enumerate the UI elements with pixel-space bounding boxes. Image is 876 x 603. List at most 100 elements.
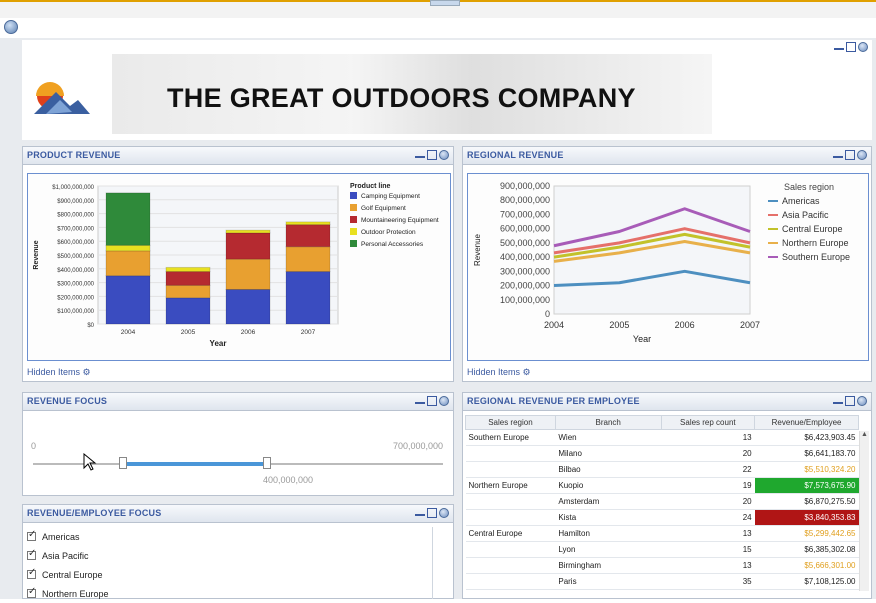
x-tick-label: 2006 (241, 329, 256, 336)
checkbox[interactable] (27, 529, 36, 541)
globe-menu-icon[interactable] (4, 20, 18, 34)
collapse-tab[interactable] (430, 0, 460, 6)
maximize-icon[interactable] (845, 396, 855, 406)
cell-rep-count: 13 (661, 429, 755, 446)
column-header[interactable]: Sales rep count (660, 415, 756, 430)
options-icon[interactable] (858, 42, 868, 52)
table-row[interactable]: Lyon 15 $6,385,302.08 (465, 541, 859, 558)
cell-branch: Amsterdam (555, 493, 662, 510)
regional-revenue-panel: REGIONAL REVENUE 0 100,000,000 200,000,000… (462, 146, 872, 382)
revenue-per-employee-panel: REGIONAL REVENUE PER EMPLOYEE Sales regi… (462, 392, 872, 599)
table-row[interactable]: Paris 35 $7,108,125.00 (465, 573, 859, 590)
cell-revenue-per-employee: $5,299,442.65 (754, 525, 859, 542)
legend-label: Asia Pacific (782, 210, 829, 220)
maximize-icon[interactable] (845, 150, 855, 160)
cell-branch: Kuopio (555, 477, 662, 494)
y-tick-label: $800,000,000 (57, 213, 94, 219)
legend-label: Americas (782, 196, 820, 206)
minimize-icon[interactable] (833, 150, 843, 158)
slider-handle-value: 400,000,000 (263, 475, 314, 485)
scroll-up-icon[interactable]: ▲ (860, 431, 869, 438)
options-icon[interactable] (857, 396, 867, 406)
checklist-item[interactable]: Northern Europe (27, 584, 432, 603)
company-title: THE GREAT OUTDOORS COMPANY (167, 83, 636, 113)
table-row[interactable]: Kista 24 $3,840,353.83 (465, 509, 859, 526)
cell-sales-region: Central Europe (465, 525, 556, 542)
bar-segment (105, 192, 151, 246)
cell-rep-count: 15 (661, 541, 755, 558)
minimize-icon[interactable] (834, 42, 844, 50)
cell-branch: Bilbao (555, 461, 662, 478)
regional-revenue-chart: 0 100,000,000 200,000,000 300,000,000 400,00… (473, 181, 850, 344)
y-tick-label: 500,000,000 (500, 238, 550, 248)
options-icon[interactable] (439, 150, 449, 160)
cell-sales-region (465, 541, 556, 558)
column-header[interactable]: Sales region (465, 415, 556, 430)
minimize-icon[interactable] (415, 150, 425, 158)
minimize-icon[interactable] (415, 396, 425, 404)
y-tick-label: $500,000,000 (57, 254, 94, 260)
checkbox[interactable] (27, 586, 36, 598)
checklist-item[interactable]: Central Europe (27, 565, 432, 584)
table-row[interactable]: Southern Europe Wien 13 $6,423,903.45 (465, 429, 859, 446)
panel-title: PRODUCT REVENUE (27, 150, 121, 160)
bar-segment (105, 275, 151, 325)
maximize-icon[interactable] (846, 42, 856, 52)
plot-area (553, 185, 751, 315)
table-row[interactable]: Bilbao 22 $5,510,324.20 (465, 461, 859, 478)
y-tick-label: $300,000,000 (57, 282, 94, 288)
hidden-items-link[interactable]: Hidden Items ⚙ (27, 367, 91, 378)
cell-sales-region: Southern Europe (465, 429, 556, 446)
cell-rep-count: 13 (661, 525, 755, 542)
slider-low-handle[interactable] (119, 457, 128, 469)
product-revenue-chart: $0 $100,000,000 $200,000,000 $300,000,000 $4… (33, 183, 439, 348)
cell-sales-region (465, 445, 556, 462)
table-row[interactable]: Amsterdam 20 $6,870,275.50 (465, 493, 859, 510)
product-revenue-panel: PRODUCT REVENUE $0 $100,000,000 $200,000,0… (22, 146, 454, 382)
panel-header: REVENUE FOCUS (23, 393, 453, 411)
maximize-icon[interactable] (427, 150, 437, 160)
cell-branch: Lyon (555, 541, 662, 558)
revenue-focus-panel: REVENUE FOCUS 0 700,000,000 400,000,000 (22, 392, 454, 496)
y-axis-label: Revenue (33, 240, 40, 269)
column-header[interactable]: Revenue/Employee (754, 415, 859, 430)
cell-revenue-per-employee: $7,573,675.90 (754, 477, 859, 494)
table-row[interactable]: Central Europe Hamilton 13 $5,299,442.65 (465, 525, 859, 542)
cell-rep-count: 24 (661, 509, 755, 526)
options-icon[interactable] (439, 508, 449, 518)
maximize-icon[interactable] (427, 508, 437, 518)
table-row[interactable]: Northern Europe Kuopio 19 $7,573,675.90 (465, 477, 859, 494)
y-tick-label: 900,000,000 (500, 181, 550, 191)
options-icon[interactable] (857, 150, 867, 160)
bar-segment (165, 284, 211, 299)
table-row[interactable]: Birmingham 13 $5,666,301.00 (465, 557, 859, 574)
checkbox[interactable] (27, 567, 36, 579)
bar-segment (285, 246, 331, 273)
maximize-icon[interactable] (427, 396, 437, 406)
product-chart-frame: $0 $100,000,000 $200,000,000 $300,000,000 $4… (27, 173, 451, 361)
y-tick-label: $400,000,000 (57, 268, 94, 274)
cell-rep-count: 22 (661, 461, 755, 478)
cell-rep-count: 35 (661, 573, 755, 590)
table-row[interactable]: Milano 20 $6,641,183.70 (465, 445, 859, 462)
slider-high-handle[interactable] (262, 457, 271, 469)
cell-revenue-per-employee: $7,108,125.00 (754, 573, 859, 590)
checklist-item[interactable]: Americas (27, 527, 432, 546)
checkbox[interactable] (27, 548, 36, 560)
cell-revenue-per-employee: $5,666,301.00 (754, 557, 859, 574)
bar-segment (165, 297, 211, 325)
checklist-item[interactable]: Asia Pacific (27, 546, 432, 565)
bar-segment (105, 244, 151, 252)
minimize-icon[interactable] (415, 508, 425, 516)
minimize-icon[interactable] (833, 396, 843, 404)
x-tick-label: 2004 (544, 320, 564, 330)
y-tick-label: $0 (87, 323, 94, 329)
panel-controls (831, 396, 867, 408)
x-axis-label: Year (210, 339, 227, 348)
header-panel: THE GREAT OUTDOORS COMPANY (22, 40, 872, 140)
options-icon[interactable] (439, 396, 449, 406)
column-header[interactable]: Branch (554, 415, 662, 430)
y-tick-label: 100,000,000 (500, 295, 550, 305)
hidden-items-link[interactable]: Hidden Items ⚙ (467, 367, 531, 378)
table-scrollbar[interactable]: ▲ (859, 431, 869, 591)
